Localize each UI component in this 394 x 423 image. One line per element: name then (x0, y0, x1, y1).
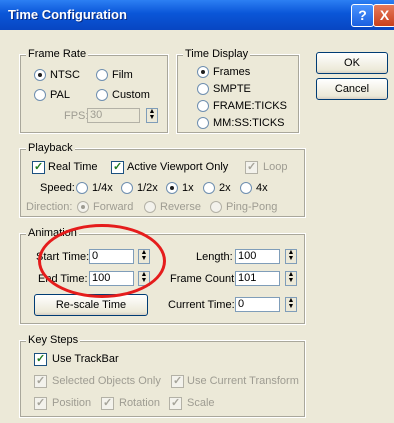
real-time-checkbox[interactable] (32, 160, 45, 174)
position-label: Position (52, 397, 92, 409)
scale-checkbox[interactable] (169, 396, 182, 410)
window-title: Time Configuration (8, 7, 127, 22)
reverse-label: Reverse (160, 201, 201, 213)
ntsc-label: NTSC (50, 69, 80, 81)
help-button[interactable]: ? (351, 4, 374, 27)
speed-quarter-radio[interactable] (76, 182, 88, 194)
frame-count-label: Frame Count: (170, 273, 238, 285)
real-time-label: Real Time (48, 161, 98, 173)
frames-label: Frames (213, 66, 251, 78)
speed-half-radio[interactable] (121, 182, 133, 194)
active-viewport-checkbox[interactable] (111, 160, 124, 174)
fps-spinner[interactable]: ▲ ▼ (146, 108, 158, 123)
frame-count-spinner[interactable]: ▲ ▼ (285, 271, 297, 286)
speed-quarter-label: 1/4x (92, 182, 113, 194)
frames-radio[interactable] (197, 66, 209, 78)
forward-radio[interactable] (77, 201, 89, 213)
ok-button[interactable]: OK (316, 52, 388, 74)
direction-label: Direction: (26, 201, 73, 213)
smpte-radio[interactable] (197, 83, 209, 95)
custom-label: Custom (112, 89, 150, 101)
frame-ticks-label: FRAME:TICKS (213, 100, 287, 112)
highlight-circle (38, 224, 166, 298)
frame-ticks-radio[interactable] (197, 100, 209, 112)
speed-half-label: 1/2x (137, 182, 158, 194)
pal-radio[interactable] (34, 89, 46, 101)
use-trackbar-label: Use TrackBar (52, 353, 119, 365)
reverse-radio[interactable] (144, 201, 156, 213)
use-current-transform-label: Use Current Transform (187, 375, 299, 387)
selected-objects-only-label: Selected Objects Only (52, 375, 161, 387)
forward-label: Forward (93, 201, 134, 213)
rotation-label: Rotation (119, 397, 160, 409)
title-bar: Time Configuration ? X (0, 0, 394, 30)
length-label: Length: (196, 251, 233, 263)
use-current-transform-checkbox[interactable] (171, 374, 184, 388)
selected-objects-only-checkbox[interactable] (34, 374, 47, 388)
key-steps-title: Key Steps (26, 333, 81, 347)
speed-1x-label: 1x (182, 182, 194, 194)
ping-pong-label: Ping-Pong (226, 201, 278, 213)
speed-2x-radio[interactable] (203, 182, 215, 194)
fps-label: FPS: (64, 110, 89, 122)
current-time-label: Current Time: (168, 299, 235, 311)
mm-ss-ticks-label: MM:SS:TICKS (213, 117, 285, 129)
film-label: Film (112, 69, 133, 81)
scale-label: Scale (187, 397, 215, 409)
length-spinner[interactable]: ▲ ▼ (285, 249, 297, 264)
speed-4x-label: 4x (256, 182, 268, 194)
cancel-button[interactable]: Cancel (316, 78, 388, 100)
loop-label: Loop (263, 161, 288, 173)
time-display-title: Time Display (183, 47, 251, 61)
loop-checkbox[interactable] (245, 160, 258, 174)
custom-radio[interactable] (96, 89, 108, 101)
rotation-checkbox[interactable] (101, 396, 114, 410)
length-field[interactable]: 100 (235, 249, 280, 264)
active-viewport-label: Active Viewport Only (127, 161, 229, 173)
playback-title: Playback (26, 141, 75, 155)
speed-2x-label: 2x (219, 182, 231, 194)
ping-pong-radio[interactable] (210, 201, 222, 213)
speed-4x-radio[interactable] (240, 182, 252, 194)
position-checkbox[interactable] (34, 396, 47, 410)
smpte-label: SMPTE (213, 83, 251, 95)
pal-label: PAL (50, 89, 70, 101)
ntsc-radio[interactable] (34, 69, 46, 81)
speed-1x-radio[interactable] (166, 182, 178, 194)
current-time-spinner[interactable]: ▲ ▼ (285, 297, 297, 312)
film-radio[interactable] (96, 69, 108, 81)
use-trackbar-checkbox[interactable] (34, 352, 47, 366)
frame-count-field[interactable]: 101 (235, 271, 280, 286)
frame-rate-title: Frame Rate (26, 47, 89, 61)
close-button[interactable]: X (373, 4, 394, 27)
mm-ss-ticks-radio[interactable] (197, 117, 209, 129)
speed-label: Speed: (40, 182, 75, 194)
current-time-field[interactable]: 0 (235, 297, 280, 312)
fps-field[interactable]: 30 (87, 108, 140, 123)
